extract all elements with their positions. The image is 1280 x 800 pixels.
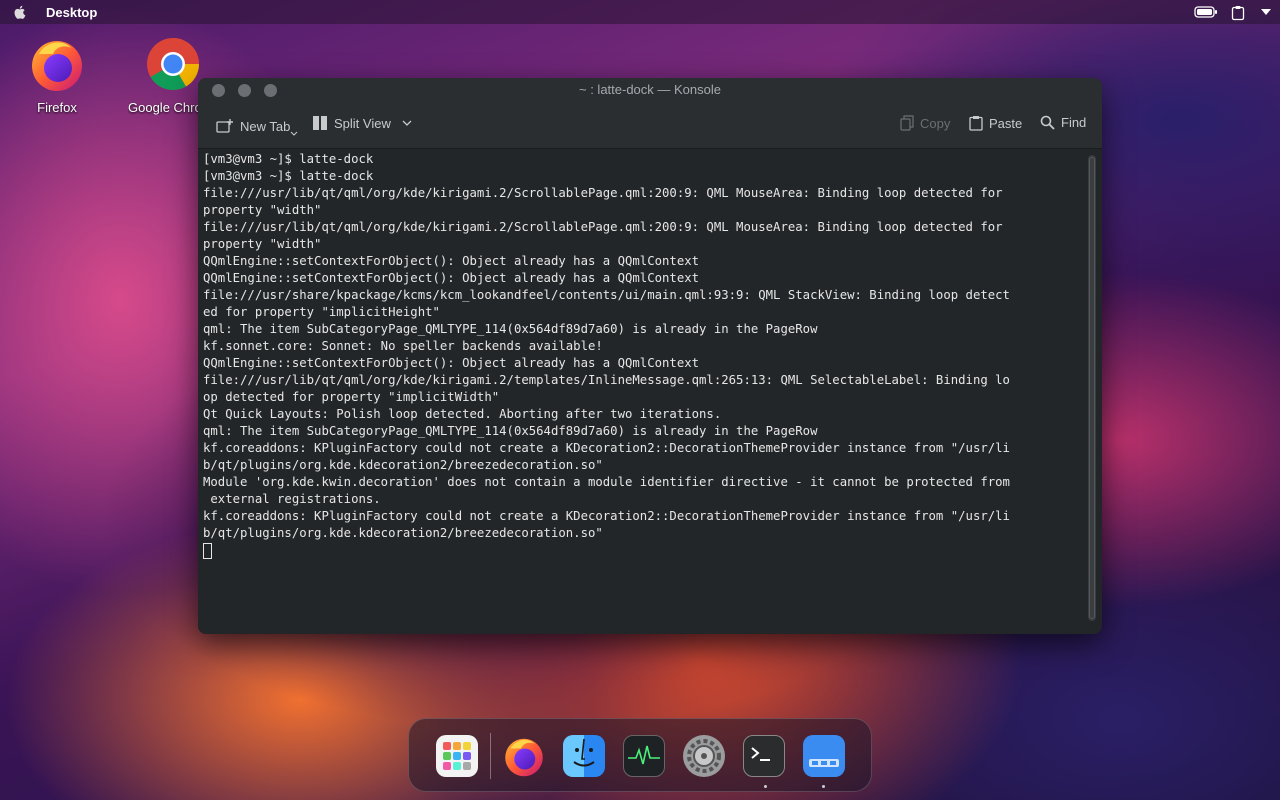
scrollbar-thumb[interactable]	[1089, 157, 1095, 619]
terminal-line: ed for property "implicitHeight"	[203, 305, 440, 319]
chevron-down-icon	[402, 120, 412, 126]
desktop-icon[interactable]	[803, 735, 845, 777]
finder-icon[interactable]	[563, 735, 605, 777]
running-indicator	[764, 785, 767, 788]
terminal-line: file:///usr/lib/qt/qml/org/kde/kirigami.…	[203, 186, 1003, 200]
split-view-icon	[313, 116, 327, 130]
window-title: ~ : latte-dock — Konsole	[579, 82, 721, 97]
terminal-line: kf.coreaddons: KPluginFactory could not …	[203, 441, 1010, 455]
chrome-icon	[145, 36, 201, 92]
terminal-line: external registrations.	[203, 492, 381, 506]
terminal-line: file:///usr/lib/qt/qml/org/kde/kirigami.…	[203, 373, 1010, 387]
window-titlebar[interactable]: ~ : latte-dock — Konsole	[198, 78, 1102, 102]
dock-separator	[490, 733, 491, 779]
apple-logo-icon[interactable]	[12, 4, 28, 20]
chevron-down-icon	[290, 131, 298, 136]
terminal-line: property "width"	[203, 237, 322, 251]
activity-monitor-icon[interactable]	[623, 735, 665, 777]
search-icon	[1040, 115, 1055, 130]
terminal-line: QQmlEngine::setContextForObject(): Objec…	[203, 254, 700, 268]
terminal-line: op detected for property "implicitWidth"	[203, 390, 500, 404]
split-view-button[interactable]: Split View	[312, 115, 413, 131]
clipboard-icon[interactable]	[1230, 5, 1246, 21]
terminal-line: file:///usr/lib/qt/qml/org/kde/kirigami.…	[203, 220, 1003, 234]
toolbar: New Tab Split View Copy Paste Find	[198, 102, 1102, 149]
system-settings-icon[interactable]	[683, 735, 725, 777]
find-button[interactable]: Find	[1040, 115, 1086, 130]
terminal-line: qml: The item SubCategoryPage_QMLTYPE_11…	[203, 424, 818, 438]
firefox-icon[interactable]	[503, 735, 545, 777]
battery-icon[interactable]	[1194, 5, 1217, 19]
terminal-line: kf.sonnet.core: Sonnet: No speller backe…	[203, 339, 603, 353]
terminal-scrollbar[interactable]	[1088, 155, 1096, 621]
terminal-icon[interactable]	[743, 735, 785, 777]
desktop-icon-firefox[interactable]: Firefox	[12, 36, 102, 115]
terminal-line: QQmlEngine::setContextForObject(): Objec…	[203, 271, 700, 285]
copy-button[interactable]: Copy	[900, 115, 950, 131]
top-menu-bar: Desktop	[0, 0, 1280, 24]
terminal-line: kf.coreaddons: KPluginFactory could not …	[203, 509, 1010, 523]
firefox-icon	[29, 36, 85, 92]
new-tab-icon	[216, 119, 233, 133]
paste-button[interactable]: Paste	[969, 115, 1022, 131]
terminal-line: [vm3@vm3 ~]$ latte-dock	[203, 152, 374, 166]
terminal-output[interactable]: [vm3@vm3 ~]$ latte-dock [vm3@vm3 ~]$ latt…	[198, 149, 1084, 634]
app-launcher-icon[interactable]	[436, 735, 478, 777]
terminal-line: property "width"	[203, 203, 322, 217]
terminal-line: [vm3@vm3 ~]$ latte-dock	[203, 169, 374, 183]
terminal-line: Module 'org.kde.kwin.decoration' does no…	[203, 475, 1010, 489]
text-cursor	[203, 543, 212, 559]
terminal-line: b/qt/plugins/org.kde.kdecoration2/breeze…	[203, 526, 603, 540]
dock	[408, 718, 872, 792]
terminal-cursor-line	[203, 542, 1084, 559]
running-indicator	[822, 785, 825, 788]
active-app-title: Desktop	[46, 4, 98, 20]
terminal-line: QQmlEngine::setContextForObject(): Objec…	[203, 356, 700, 370]
copy-icon	[900, 115, 914, 131]
system-tray	[1194, 0, 1280, 24]
terminal-line: Qt Quick Layouts: Polish loop detected. …	[203, 407, 722, 421]
konsole-window: ~ : latte-dock — Konsole New Tab Split V…	[198, 78, 1102, 634]
new-tab-button[interactable]: New Tab	[216, 115, 298, 137]
terminal-line: qml: The item SubCategoryPage_QMLTYPE_11…	[203, 322, 818, 336]
paste-icon	[969, 116, 983, 131]
terminal-line: b/qt/plugins/org.kde.kdecoration2/breeze…	[203, 458, 603, 472]
chevron-down-icon[interactable]	[1260, 5, 1272, 19]
terminal-line: file:///usr/share/kpackage/kcms/kcm_look…	[203, 288, 1010, 302]
